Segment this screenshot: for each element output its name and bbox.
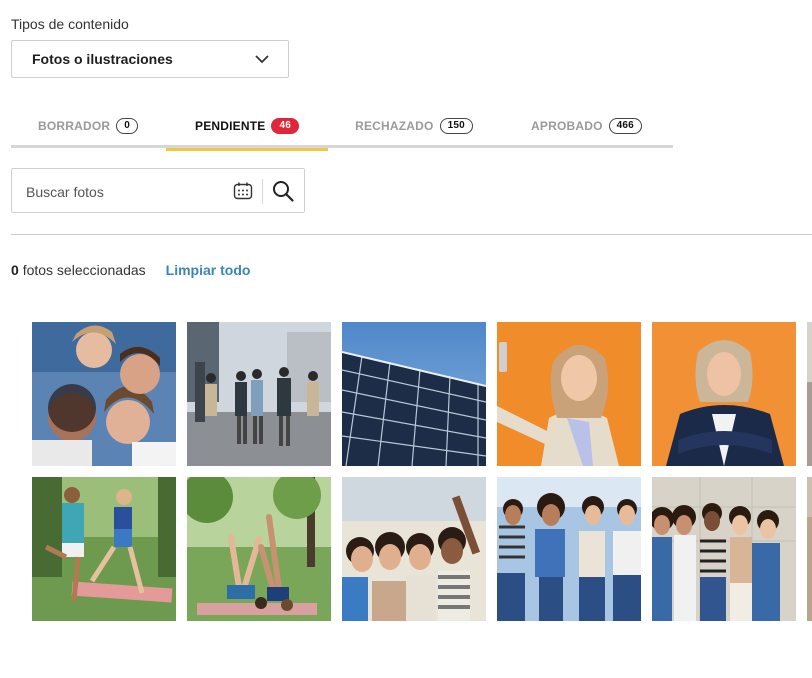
selection-bar: 0 fotos seleccionadas Limpiar todo [11,262,250,278]
photo-women-yoga-image [187,477,331,621]
photo-solar-panels-image [342,322,486,466]
calendar-icon[interactable] [233,182,253,200]
selected-text: fotos seleccionadas [22,262,146,278]
tab-label: PENDIENTE [194,119,266,133]
photo-thumbnail[interactable] [652,477,796,621]
photo-group-lying-image [32,322,176,466]
photo-thumbnail[interactable] [497,477,641,621]
photo-woman-selfie-image [497,322,641,466]
search-box [11,168,305,213]
photo-thumbnail[interactable] [652,322,796,466]
photo-woman-arms-crossed-image [652,322,796,466]
photo-thumbnail[interactable] [807,477,812,621]
tab-pendiente[interactable]: PENDIENTE 46 [166,104,328,151]
photo-thumbnail[interactable] [32,322,176,466]
content-type-label: Tipos de contenido [11,16,129,32]
photo-friends-selfie-image [342,477,486,621]
photo-thumbnail[interactable] [807,322,812,466]
photo-partial-image [807,477,812,621]
chevron-down-icon [255,55,269,64]
tab-count-badge: 466 [608,118,642,134]
selected-count: 0 [11,262,19,278]
tab-rechazado[interactable]: RECHAZADO 150 [328,104,500,148]
photo-thumbnail[interactable] [32,477,176,621]
tab-label: RECHAZADO [355,119,434,133]
status-tabs: BORRADOR 0 PENDIENTE 46 RECHAZADO 150 AP… [11,104,673,151]
photo-couple-stretching-image [32,477,176,621]
search-input[interactable] [24,179,218,205]
tab-count-badge: 150 [439,118,473,134]
photo-thumbnail[interactable] [187,322,331,466]
photo-partial-image [807,322,812,466]
divider [262,179,263,204]
tab-borrador[interactable]: BORRADOR 0 [11,104,165,148]
content-type-selected: Fotos o ilustraciones [32,51,173,67]
photo-thumbnail[interactable] [342,322,486,466]
tab-count-badge: 46 [271,118,299,134]
photo-thumbnail[interactable] [497,322,641,466]
photo-friends-standing-image [497,477,641,621]
tab-label: BORRADOR [37,119,111,133]
divider [11,234,812,235]
photo-women-walking-image [187,322,331,466]
clear-all-link[interactable]: Limpiar todo [166,262,251,278]
photo-friends-wall-image [652,477,796,621]
tab-aprobado[interactable]: APROBADO 466 [500,104,673,148]
content-type-dropdown[interactable]: Fotos o ilustraciones [11,40,289,78]
photo-thumbnail[interactable] [187,477,331,621]
tab-label: APROBADO [531,119,603,133]
tab-count-badge: 0 [116,118,139,134]
photo-thumbnail[interactable] [342,477,486,621]
search-icon[interactable] [272,180,294,202]
